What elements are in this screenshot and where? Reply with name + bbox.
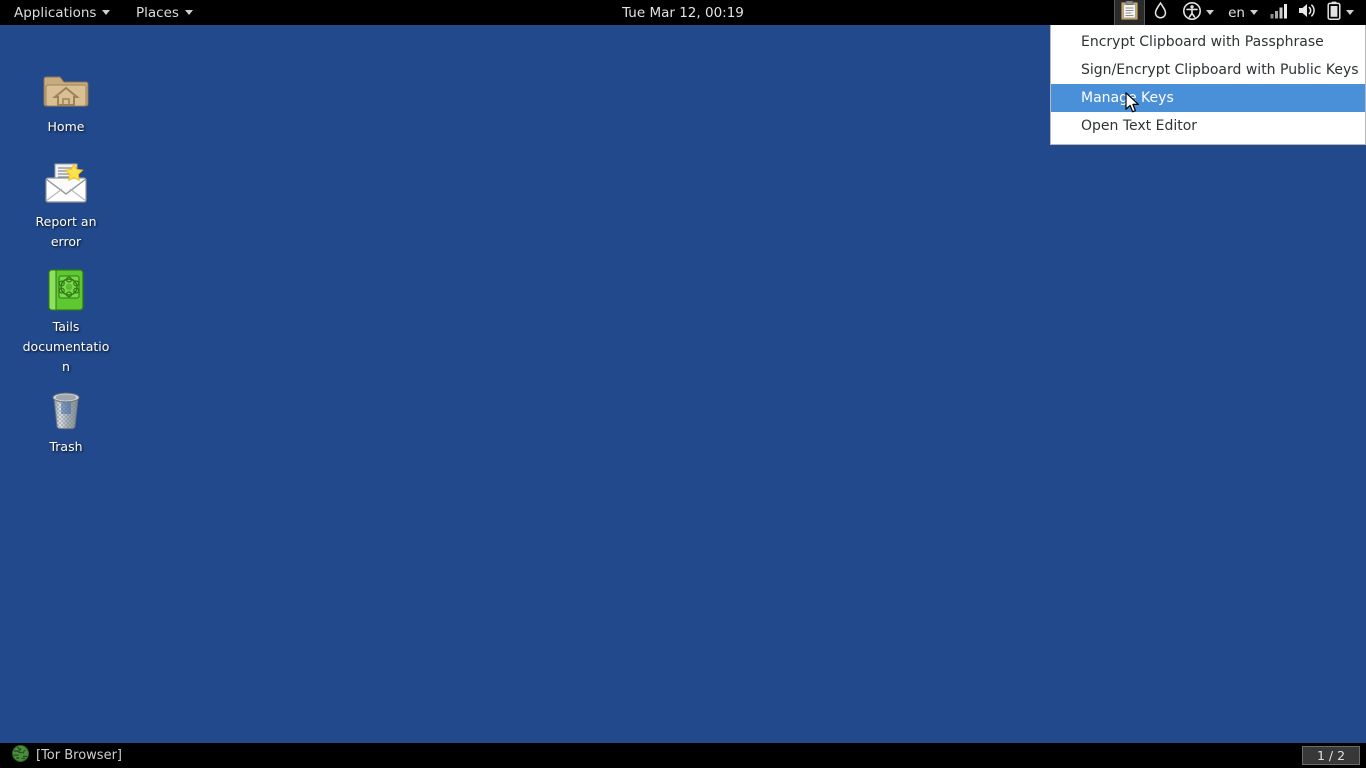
tray-onion-button[interactable] bbox=[1145, 0, 1176, 25]
applications-menu-label: Applications bbox=[14, 4, 97, 21]
tray-clipboard-button[interactable] bbox=[1114, 0, 1146, 25]
desktop-icon-tails-documentation-label: Tails documentation bbox=[22, 319, 110, 374]
tray-keyboard-layout-button[interactable]: en bbox=[1221, 0, 1265, 25]
chevron-down-icon bbox=[1250, 10, 1258, 15]
tray-accessibility-button[interactable] bbox=[1176, 0, 1221, 25]
desktop-icon-trash[interactable]: Trash bbox=[20, 385, 112, 457]
green-book-icon bbox=[42, 265, 90, 313]
desktop-icon-home-label: Home bbox=[47, 119, 85, 134]
volume-speaker-icon bbox=[1298, 2, 1317, 23]
network-signal-icon bbox=[1270, 3, 1288, 23]
desktop-icon-home[interactable]: Home bbox=[20, 65, 112, 137]
system-tray: en bbox=[1114, 0, 1362, 25]
bottom-panel: [Tor Browser] 1 / 2 bbox=[0, 743, 1366, 768]
menu-item-label: Sign/Encrypt Clipboard with Public Keys bbox=[1081, 62, 1359, 78]
tray-volume-button[interactable] bbox=[1293, 0, 1322, 25]
menu-item-manage-keys[interactable]: Manage Keys bbox=[1051, 84, 1365, 112]
tray-battery-button[interactable] bbox=[1322, 0, 1344, 25]
applications-menu[interactable]: Applications bbox=[6, 0, 118, 25]
tor-globe-icon bbox=[12, 745, 29, 766]
desktop-icon-report-an-error[interactable]: Report an error bbox=[20, 160, 112, 252]
chevron-down-icon bbox=[1346, 10, 1354, 15]
menu-item-encrypt-clipboard-with-passphrase[interactable]: Encrypt Clipboard with Passphrase bbox=[1051, 28, 1365, 56]
clipboard-dropdown-menu: Encrypt Clipboard with Passphrase Sign/E… bbox=[1050, 25, 1366, 145]
top-panel: Tue Mar 12, 00:19 Applications Places en bbox=[0, 0, 1366, 25]
taskbar-item-tor-browser[interactable]: [Tor Browser] bbox=[6, 743, 128, 768]
battery-icon bbox=[1327, 1, 1341, 24]
desktop-icon-trash-label: Trash bbox=[49, 439, 83, 454]
tray-keyboard-layout-label: en bbox=[1228, 4, 1245, 21]
tray-system-menu-button[interactable] bbox=[1344, 0, 1362, 25]
workspace-switcher[interactable]: 1 / 2 bbox=[1302, 746, 1360, 765]
menu-item-open-text-editor[interactable]: Open Text Editor bbox=[1051, 112, 1365, 140]
onion-drop-icon bbox=[1152, 1, 1169, 24]
places-menu-label: Places bbox=[136, 4, 179, 21]
workspace-switcher-label: 1 / 2 bbox=[1316, 748, 1346, 763]
tray-network-button[interactable] bbox=[1265, 0, 1293, 25]
places-menu[interactable]: Places bbox=[128, 0, 201, 25]
chevron-down-icon bbox=[102, 10, 111, 15]
clipboard-icon bbox=[1121, 0, 1139, 24]
desktop-icon-report-an-error-label: Report an error bbox=[35, 214, 97, 249]
mail-report-icon bbox=[42, 160, 90, 208]
trash-can-icon bbox=[42, 385, 90, 433]
chevron-down-icon bbox=[1206, 10, 1215, 15]
folder-home-icon bbox=[42, 65, 90, 113]
menu-item-sign-encrypt-clipboard-with-public-keys[interactable]: Sign/Encrypt Clipboard with Public Keys bbox=[1051, 56, 1365, 84]
taskbar-item-tor-browser-label: [Tor Browser] bbox=[36, 748, 122, 763]
menu-item-label: Open Text Editor bbox=[1081, 118, 1198, 134]
desktop-icon-tails-documentation[interactable]: Tails documentation bbox=[20, 265, 112, 377]
clock-label: Tue Mar 12, 00:19 bbox=[622, 4, 744, 21]
accessibility-icon bbox=[1183, 1, 1202, 24]
menu-item-label: Encrypt Clipboard with Passphrase bbox=[1081, 34, 1324, 50]
menu-item-label: Manage Keys bbox=[1081, 90, 1174, 106]
chevron-down-icon bbox=[184, 10, 193, 15]
